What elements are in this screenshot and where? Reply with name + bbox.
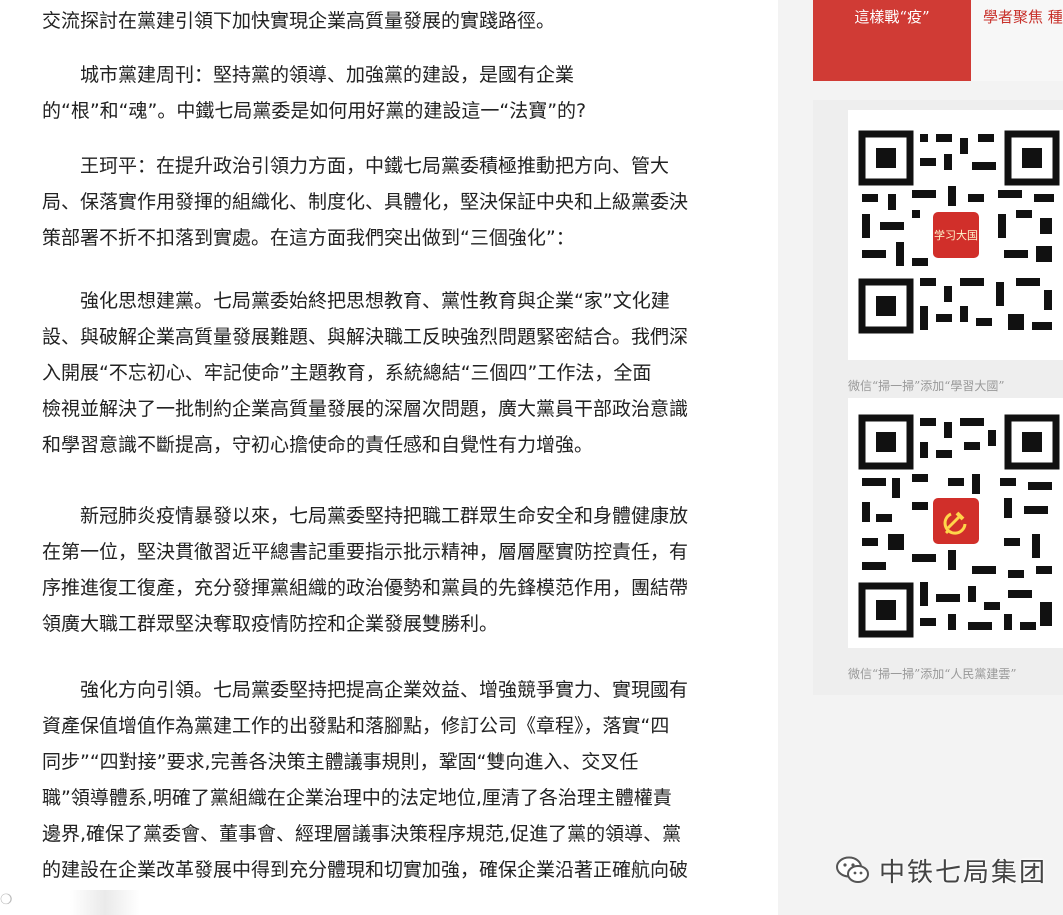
tab-label: 學者聚焦 種 (983, 8, 1063, 26)
qr-code-panel: 学习大国 微信“掃一掃”添加“學習大國” 微信“掃一掃”添加“人民黨建雲” (813, 100, 1063, 695)
bottom-shadow (70, 890, 140, 915)
tab-zhan-yi[interactable]: 這樣戰“疫” (813, 0, 971, 81)
article-paragraph-3: 王珂平：在提升政治引領力方面，中鐵七局黨委積極推動把方向、管大 局、保落實作用發… (42, 155, 689, 249)
qr-card-xuexi: 学习大国 (848, 110, 1063, 360)
article-paragraph-5: 新冠肺炎疫情暴發以來，七局黨委堅持把職工群眾生命安全和身體健康放 在第一位，堅決… (42, 505, 689, 635)
article-paragraph-1: 交流探討在黨建引領下加快實現企業高質量發展的實踐路徑。 (42, 10, 556, 32)
sidebar-tabs: 這樣戰“疫” 學者聚焦 種 (813, 0, 1063, 81)
tab-scholars-focus[interactable]: 學者聚焦 種 (971, 0, 1063, 81)
xuexi-logo-text: 学习大国 (934, 229, 978, 242)
qr-caption-xuexi: 微信“掃一掃”添加“學習大國” (848, 379, 1005, 393)
article-body: 交流探討在黨建引領下加快實現企業高質量發展的實踐路徑。 城市黨建周刊：堅持黨的領… (0, 0, 760, 915)
hammer-sickle-icon (943, 511, 967, 535)
qr-card-dangjian (848, 398, 1063, 648)
article-paragraph-6: 強化方向引領。七局黨委堅持把提高企業效益、增強競爭實力、實現國有 資產保值增值作… (42, 679, 689, 881)
article-paragraph-4: 強化思想建黨。七局黨委始終把思想教育、黨性教育與企業“家”文化建 設、與破解企業… (42, 290, 689, 456)
wechat-icon (836, 856, 869, 883)
tab-label: 這樣戰“疫” (854, 8, 930, 26)
party-emblem-icon (930, 495, 982, 547)
article-paragraph-2: 城市黨建周刊：堅持黨的領導、加強黨的建設，是國有企業 的“根”和“魂”。中鐵七局… (42, 64, 587, 122)
xuexi-logo: 学习大国 (930, 209, 982, 261)
watermark-text: 中铁七局集团 (879, 857, 1048, 888)
wechat-watermark: 中铁七局集团 (835, 850, 1047, 890)
qr-caption-dangjian: 微信“掃一掃”添加“人民黨建雲” (848, 667, 1017, 681)
corner-watermark-icon: ❍ (0, 892, 13, 908)
